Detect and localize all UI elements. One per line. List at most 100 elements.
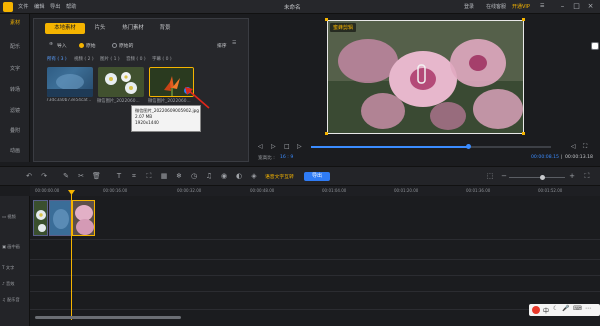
- resize-handle-tl[interactable]: [325, 18, 328, 21]
- timeline-clip[interactable]: [49, 200, 71, 236]
- tab-local-material[interactable]: 本地素材: [45, 23, 85, 34]
- ime-lang-label[interactable]: 中: [543, 306, 549, 315]
- fit-timeline-icon[interactable]: ⛶: [583, 172, 591, 180]
- ime-mic-icon[interactable]: 🎤: [562, 305, 569, 312]
- scissors-icon[interactable]: ✂: [77, 172, 85, 180]
- seek-bar-knob[interactable]: [466, 144, 471, 149]
- timeline-scrollbar[interactable]: [35, 316, 181, 319]
- delete-icon[interactable]: 🗑: [92, 172, 101, 180]
- minimize-icon[interactable]: –: [558, 2, 567, 11]
- side-note-icon[interactable]: [591, 42, 599, 50]
- prev-frame-icon[interactable]: ◁: [258, 143, 263, 150]
- track-label-video: ▭ 视频: [2, 214, 16, 219]
- time-total: 00:00:13.18: [565, 155, 593, 160]
- time-separator: |: [561, 155, 563, 160]
- login-link[interactable]: 登录: [464, 3, 474, 10]
- zoom-out-icon[interactable]: −: [500, 172, 508, 180]
- ime-moon-icon[interactable]: ☾: [553, 305, 558, 312]
- media-thumb-1[interactable]: [47, 67, 93, 97]
- media-thumb-2[interactable]: [98, 67, 144, 97]
- list-view-icon[interactable]: ☰: [232, 41, 236, 46]
- volume-icon[interactable]: ◁: [571, 143, 576, 150]
- sidebar-item-material[interactable]: 素材: [0, 19, 30, 26]
- ime-logo-icon[interactable]: [532, 306, 540, 314]
- vip-link[interactable]: 开通VIP: [512, 3, 530, 10]
- radio-original-ratio[interactable]: [112, 43, 117, 48]
- aspect-label: 宽高比 :: [258, 156, 275, 161]
- maximize-icon[interactable]: □: [572, 2, 581, 11]
- sidebar-item-overlay[interactable]: 叠附: [0, 127, 30, 134]
- radio-original[interactable]: [79, 43, 84, 48]
- track-label-pip: ▣ 画中画: [2, 244, 20, 249]
- fullscreen-icon[interactable]: ⛶: [583, 143, 587, 151]
- tab-intro[interactable]: 片头: [88, 23, 112, 34]
- zoom-slider[interactable]: [509, 177, 565, 178]
- video-track[interactable]: [30, 196, 600, 240]
- filter-video[interactable]: 视频 ( 2 ): [74, 56, 94, 62]
- close-icon[interactable]: ×: [586, 2, 595, 11]
- tab-hot-material[interactable]: 热门素材: [116, 23, 150, 34]
- fill-icon[interactable]: ◈: [250, 172, 258, 180]
- export-button[interactable]: 导出: [304, 172, 330, 181]
- filter-subtitle[interactable]: 字幕 ( 0 ): [152, 56, 172, 62]
- crop-icon[interactable]: ⌗: [130, 172, 138, 180]
- title-bar: 文件 编辑 导出 帮助 未命名 登录 在线客服 开通VIP ☰ – □ ×: [0, 0, 600, 14]
- sidebar-item-music[interactable]: 配乐: [0, 43, 30, 50]
- filter-image[interactable]: 图片 ( 1 ): [100, 56, 120, 62]
- menu-edit[interactable]: 编辑: [34, 3, 44, 10]
- account-icon[interactable]: ☰: [540, 3, 544, 9]
- redo-icon[interactable]: ↷: [40, 172, 48, 180]
- track-label-music: ♫ 配乐音: [2, 297, 20, 302]
- music-track[interactable]: [30, 292, 600, 310]
- text-icon[interactable]: T: [115, 172, 123, 180]
- resize-handle-bl[interactable]: [325, 132, 328, 135]
- resize-handle-br[interactable]: [522, 132, 525, 135]
- fit-icon[interactable]: ⛶: [145, 172, 153, 180]
- timeline-clip-selected[interactable]: [72, 200, 95, 236]
- filter-all[interactable]: 所有 ( 3 ): [47, 56, 67, 62]
- menu-export[interactable]: 导出: [50, 3, 60, 10]
- sort-button[interactable]: 排序: [217, 42, 227, 49]
- online-service-link[interactable]: 在线客服: [486, 3, 506, 10]
- preview-video[interactable]: 蜜蜂剪辑: [327, 20, 524, 134]
- mosaic-icon[interactable]: ▦: [160, 172, 168, 180]
- import-icon[interactable]: ⊕: [49, 42, 53, 47]
- color-icon[interactable]: ◐: [235, 172, 243, 180]
- play-icon[interactable]: ▷: [271, 143, 276, 150]
- menu-help[interactable]: 帮助: [66, 3, 76, 10]
- stop-icon[interactable]: □: [284, 143, 290, 150]
- speed-icon[interactable]: ◷: [190, 172, 198, 180]
- next-frame-icon[interactable]: ▷: [297, 143, 302, 150]
- clip-thumb: [50, 201, 70, 235]
- speech-text-button[interactable]: 语音文字互转: [265, 173, 294, 180]
- record-icon[interactable]: ◉: [220, 172, 228, 180]
- timeline-clip[interactable]: [33, 200, 48, 236]
- ruler-tick: 00:00:32.00: [177, 188, 202, 193]
- tab-background[interactable]: 背景: [153, 23, 177, 34]
- filter-audio[interactable]: 音频 ( 0 ): [126, 56, 146, 62]
- zoom-in-icon[interactable]: +: [568, 172, 576, 180]
- input-method-tray[interactable]: 中 ☾ 🎤 ⌨ ⋯: [529, 304, 600, 316]
- sidebar-item-transition[interactable]: 转场: [0, 86, 30, 93]
- ime-keyboard-icon[interactable]: ⌨: [573, 305, 582, 312]
- sidebar-item-animation[interactable]: 动画: [0, 147, 30, 154]
- audio-icon[interactable]: ♫: [205, 172, 213, 180]
- text-track[interactable]: [30, 260, 600, 276]
- undo-icon[interactable]: ↶: [25, 172, 33, 180]
- freeze-icon[interactable]: ❄: [175, 172, 183, 180]
- time-current: 00:00:08.15: [531, 155, 559, 160]
- ruler-tick: 00:00:48.00: [250, 188, 275, 193]
- menu-file[interactable]: 文件: [18, 3, 28, 10]
- sfx-track[interactable]: [30, 276, 600, 292]
- resize-handle-tr[interactable]: [522, 18, 525, 21]
- playhead-line[interactable]: [71, 192, 72, 320]
- import-button[interactable]: 导入: [57, 42, 67, 49]
- sidebar-item-text[interactable]: 文字: [0, 65, 30, 72]
- aspect-value[interactable]: 16 : 9: [280, 155, 293, 160]
- snapshot-icon[interactable]: ⬚: [486, 172, 494, 180]
- sidebar-item-filter[interactable]: 滤镜: [0, 107, 30, 114]
- pip-track[interactable]: [30, 240, 600, 260]
- zoom-slider-knob[interactable]: [540, 175, 545, 180]
- ime-menu-icon[interactable]: ⋯: [585, 305, 591, 312]
- pen-icon[interactable]: ✎: [62, 172, 70, 180]
